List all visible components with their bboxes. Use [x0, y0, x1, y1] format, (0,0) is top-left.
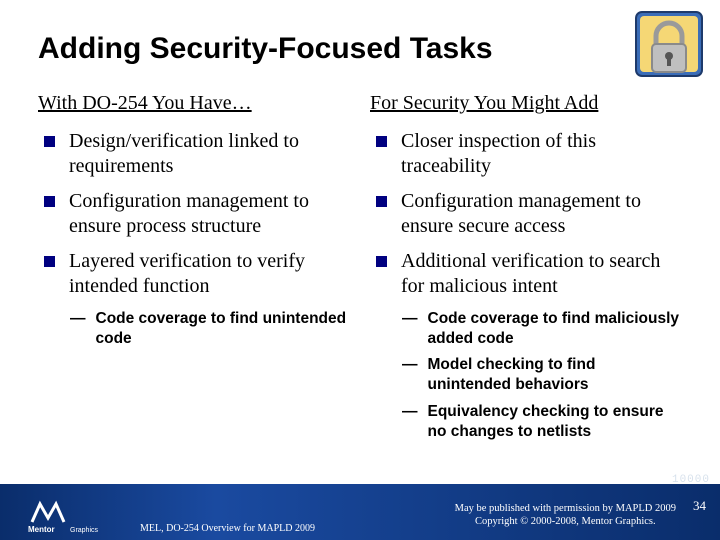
bullet-icon: [376, 136, 387, 147]
list-item: Closer inspection of this traceability: [376, 129, 682, 179]
slide: Adding Security-Focused Tasks With DO-25…: [0, 0, 720, 540]
footer-right-text: May be published with permission by MAPL…: [455, 502, 676, 528]
footer-permission: May be published with permission by MAPL…: [455, 502, 676, 515]
mentor-logo: Mentor Graphics: [26, 494, 116, 536]
sublist-item: Model checking to find unintended behavi…: [402, 355, 682, 395]
list-item: Layered verification to verify intended …: [44, 249, 350, 299]
sublist-item: Code coverage to find unintended code: [70, 309, 350, 349]
right-list: Closer inspection of this traceability C…: [370, 129, 682, 299]
right-sublist: Code coverage to find maliciously added …: [370, 309, 682, 442]
list-item: Configuration management to ensure secur…: [376, 189, 682, 239]
right-column: For Security You Might Add Closer inspec…: [370, 92, 682, 448]
bullet-icon: [376, 196, 387, 207]
svg-text:Mentor: Mentor: [28, 525, 55, 534]
list-text: Configuration management to ensure secur…: [401, 189, 682, 239]
footer-center-text: MEL, DO-254 Overview for MAPLD 2009: [140, 523, 315, 534]
list-text: Layered verification to verify intended …: [69, 249, 350, 299]
content-columns: With DO-254 You Have… Design/verificatio…: [38, 92, 682, 448]
page-number: 34: [693, 498, 706, 514]
lock-icon: [634, 10, 704, 90]
list-item: Configuration management to ensure proce…: [44, 189, 350, 239]
list-item: Design/verification linked to requiremen…: [44, 129, 350, 179]
sublist-item: Equivalency checking to ensure no change…: [402, 402, 682, 442]
left-column: With DO-254 You Have… Design/verificatio…: [38, 92, 350, 448]
bullet-icon: [376, 256, 387, 267]
sublist-item: Code coverage to find maliciously added …: [402, 309, 682, 349]
bullet-icon: [44, 256, 55, 267]
left-list: Design/verification linked to requiremen…: [38, 129, 350, 299]
footer-copyright: Copyright © 2000-2008, Mentor Graphics.: [455, 515, 676, 528]
list-text: Design/verification linked to requiremen…: [69, 129, 350, 179]
list-text: Closer inspection of this traceability: [401, 129, 682, 179]
list-item: Additional verification to search for ma…: [376, 249, 682, 299]
left-sublist: Code coverage to find unintended code: [38, 309, 350, 349]
bullet-icon: [44, 196, 55, 207]
sublist-text: Model checking to find unintended behavi…: [428, 355, 683, 395]
footer-bar: Mentor Graphics MEL, DO-254 Overview for…: [0, 484, 720, 540]
slide-title: Adding Security-Focused Tasks: [38, 32, 682, 66]
svg-text:Graphics: Graphics: [70, 527, 99, 534]
left-heading: With DO-254 You Have…: [38, 92, 350, 115]
list-text: Configuration management to ensure proce…: [69, 189, 350, 239]
sublist-text: Code coverage to find maliciously added …: [428, 309, 683, 349]
sublist-text: Equivalency checking to ensure no change…: [428, 402, 683, 442]
bullet-icon: [44, 136, 55, 147]
list-text: Additional verification to search for ma…: [401, 249, 682, 299]
sublist-text: Code coverage to find unintended code: [96, 309, 351, 349]
right-heading: For Security You Might Add: [370, 92, 682, 115]
